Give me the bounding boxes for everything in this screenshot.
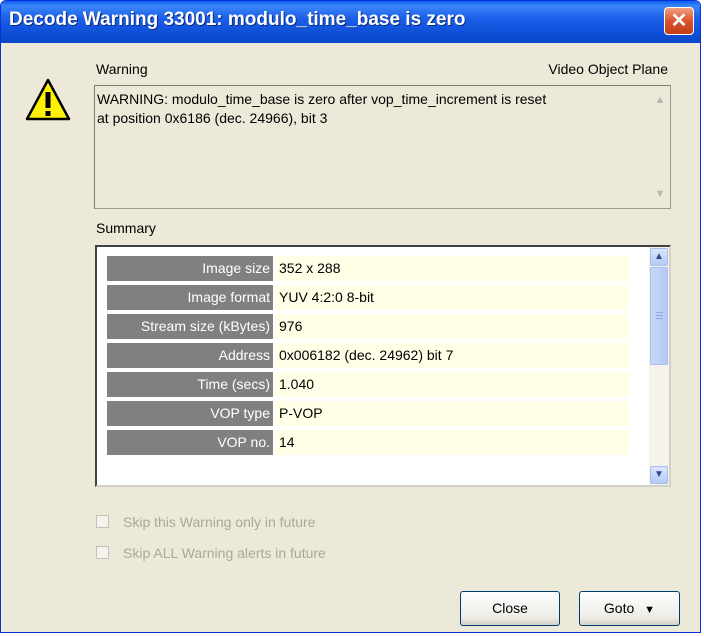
row-label: VOP type	[107, 401, 273, 426]
row-label: Time (secs)	[107, 372, 273, 397]
table-row: VOP type P-VOP	[107, 401, 629, 426]
close-button-label: Close	[492, 600, 528, 616]
row-value: 1.040	[275, 372, 629, 397]
close-button[interactable]: Close	[460, 591, 560, 626]
table-row: VOP no. 14	[107, 430, 629, 455]
message-line-1: WARNING: modulo_time_base is zero after …	[97, 91, 547, 107]
thumb-grip	[656, 312, 663, 313]
scroll-down-arrow[interactable]: ▼	[651, 185, 669, 203]
close-icon[interactable]: ✕	[664, 7, 694, 35]
summary-heading: Summary	[96, 220, 156, 236]
warning-icon	[25, 78, 71, 121]
row-value: 976	[275, 314, 629, 339]
skip-this-label: Skip this Warning only in future	[123, 514, 316, 530]
warning-message-box[interactable]: WARNING: modulo_time_base is zero after …	[94, 85, 671, 209]
row-label: Stream size (kBytes)	[107, 314, 273, 339]
title-bar[interactable]: Decode Warning 33001: modulo_time_base i…	[1, 1, 700, 43]
window-title: Decode Warning 33001: modulo_time_base i…	[9, 9, 466, 30]
row-value: 14	[275, 430, 629, 455]
table-row: Image size 352 x 288	[107, 256, 629, 281]
goto-button-label: Goto	[603, 600, 635, 616]
table-row: Stream size (kBytes) 976	[107, 314, 629, 339]
skip-this-checkbox[interactable]	[96, 515, 109, 528]
summary-scrollbar[interactable]: ▲ ▼	[649, 247, 669, 485]
summary-rows: Image size 352 x 288 Image format YUV 4:…	[107, 256, 629, 459]
row-value: YUV 4:2:0 8-bit	[275, 285, 629, 310]
skip-all-checkbox[interactable]	[96, 546, 109, 559]
table-row: Address 0x006182 (dec. 24962) bit 7	[107, 343, 629, 368]
scroll-down-arrow[interactable]: ▼	[650, 466, 668, 484]
scroll-up-arrow[interactable]: ▲	[651, 91, 669, 109]
warning-heading: Warning	[96, 61, 148, 77]
warning-message: WARNING: modulo_time_base is zero after …	[97, 90, 645, 128]
row-label: Image format	[107, 285, 273, 310]
category-label: Video Object Plane	[548, 61, 668, 77]
table-row: Image format YUV 4:2:0 8-bit	[107, 285, 629, 310]
message-line-2: at position 0x6186 (dec. 24966), bit 3	[97, 110, 328, 126]
message-scrollbar[interactable]: ▲ ▼	[651, 87, 669, 207]
dropdown-arrow: ▼	[644, 604, 656, 616]
thumb-grip	[656, 318, 663, 319]
scroll-up-arrow[interactable]: ▲	[650, 248, 668, 266]
decode-warning-dialog: Decode Warning 33001: modulo_time_base i…	[0, 0, 701, 633]
summary-table[interactable]: Image size 352 x 288 Image format YUV 4:…	[95, 245, 671, 487]
thumb-grip	[656, 315, 663, 316]
row-label: Address	[107, 343, 273, 368]
goto-button[interactable]: Goto ▼	[579, 591, 680, 626]
skip-all-label: Skip ALL Warning alerts in future	[123, 545, 326, 561]
row-label: Image size	[107, 256, 273, 281]
scroll-thumb[interactable]	[650, 267, 668, 365]
row-value: 352 x 288	[275, 256, 629, 281]
row-value: P-VOP	[275, 401, 629, 426]
table-row: Time (secs) 1.040	[107, 372, 629, 397]
row-label: VOP no.	[107, 430, 273, 455]
row-value: 0x006182 (dec. 24962) bit 7	[275, 343, 629, 368]
